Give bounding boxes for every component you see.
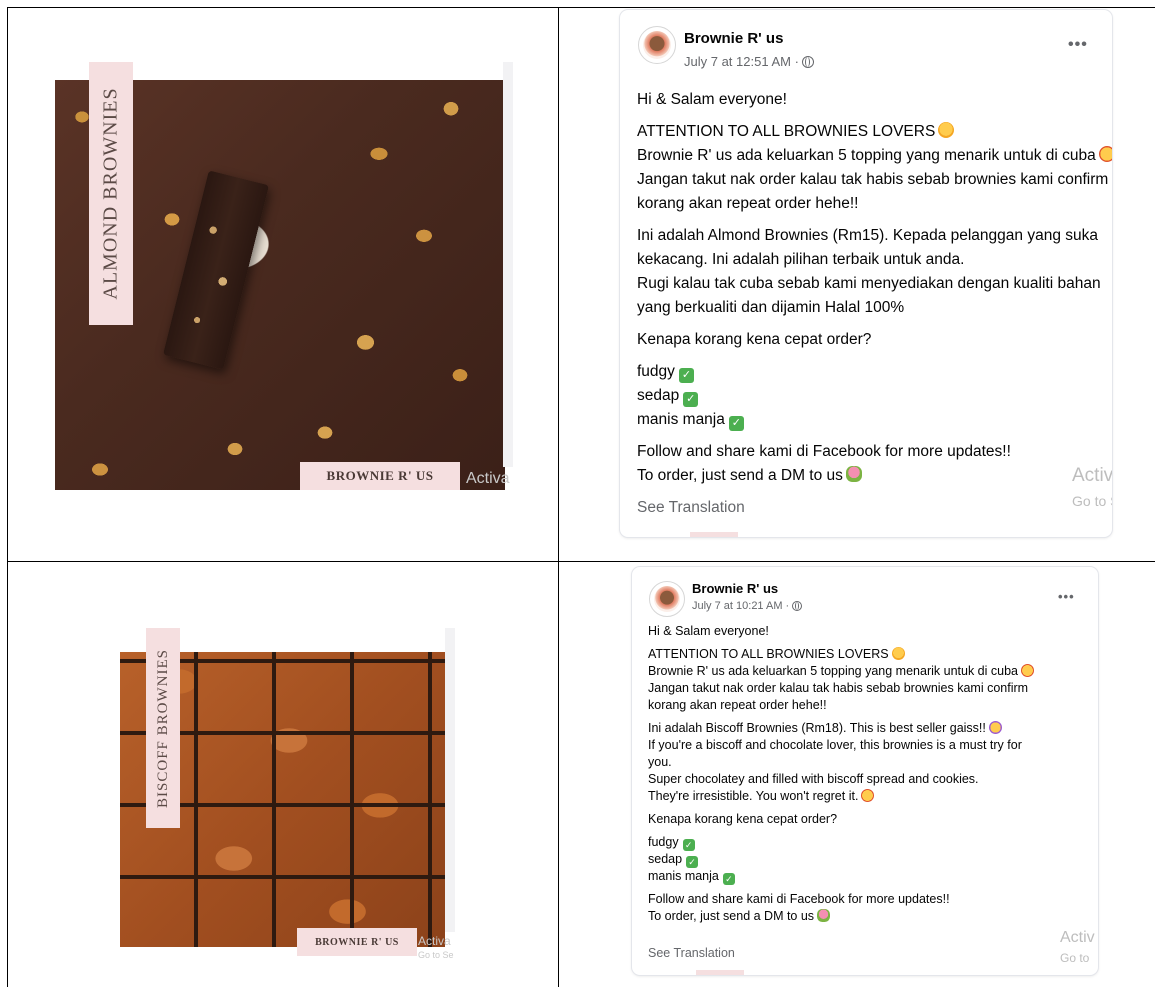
page-avatar[interactable] — [638, 26, 676, 64]
post-meta: July 7 at 10:21 AM · — [692, 600, 803, 612]
post-line: Super chocolatey and filled with biscoff… — [648, 772, 979, 786]
pink-strip — [690, 532, 738, 537]
biscoff-watermark-sub: Go to Se — [418, 950, 454, 960]
post-line: manis manja — [637, 411, 725, 428]
activate-watermark: Activ — [1072, 465, 1112, 486]
pink-strip — [696, 970, 744, 975]
post-line: Kenapa korang kena cepat order? — [648, 812, 838, 826]
post-line: sedap — [637, 387, 680, 404]
heart-eyes-emoji-icon — [1020, 664, 1034, 677]
bouquet-emoji-icon — [845, 466, 862, 482]
biscoff-title-text: BISCOFF BROWNIES — [154, 648, 171, 808]
post-meta: July 7 at 12:51 AM · — [684, 54, 814, 69]
globe-icon — [801, 55, 814, 68]
post-line: sedap — [648, 852, 683, 866]
facebook-post-biscoff: Brownie R' us July 7 at 10:21 AM · ••• H… — [632, 567, 1098, 975]
smiling-hearts-emoji-icon — [891, 647, 905, 660]
post-line: Brownie R' us ada keluarkan 5 topping ya… — [648, 664, 1018, 678]
almond-title-text: ALMOND BROWNIES — [99, 87, 122, 300]
post-line: Brownie R' us ada keluarkan 5 topping ya… — [637, 147, 1096, 164]
biscoff-watermark: Activa — [418, 934, 451, 948]
post-line: They're irresistible. You won't regret i… — [648, 789, 859, 803]
more-options-icon[interactable]: ••• — [1058, 589, 1075, 604]
post-line: Rugi kalau tak cuba sebab kami menyediak… — [637, 275, 1101, 292]
heart-eyes-emoji-icon — [861, 789, 875, 802]
table-border-left — [7, 7, 8, 987]
post-line: korang akan repeat order hehe!! — [648, 698, 827, 712]
post-line: ATTENTION TO ALL BROWNIES LOVERS — [648, 647, 889, 661]
heart-eyes-emoji-icon — [1098, 146, 1112, 162]
post-line: Kenapa korang kena cepat order? — [637, 331, 872, 348]
photo-edge-strip — [503, 62, 513, 467]
facebook-post-almond: Brownie R' us July 7 at 12:51 AM · ••• H… — [620, 10, 1112, 537]
post-line: manis manja — [648, 869, 719, 883]
post-line: To order, just send a DM to us — [648, 909, 815, 923]
check-mark-icon: ✓ — [682, 839, 695, 851]
heart-eyes-emoji-icon — [988, 721, 1002, 734]
page-avatar[interactable] — [649, 581, 685, 617]
almond-watermark: Activa — [466, 470, 510, 487]
post-line: Jangan takut nak order kalau tak habis s… — [648, 681, 1029, 695]
activate-watermark: Activ — [1060, 929, 1095, 946]
post-line: ATTENTION TO ALL BROWNIES LOVERS — [637, 123, 936, 140]
post-line: Ini adalah Biscoff Brownies (Rm18). This… — [648, 721, 986, 735]
post-line: Jangan takut nak order kalau tak habis s… — [637, 171, 1109, 188]
post-line: Follow and share kami di Facebook for mo… — [648, 892, 950, 906]
post-line: Ini adalah Almond Brownies (Rm15). Kepad… — [637, 227, 1098, 244]
check-mark-icon: ✓ — [683, 392, 699, 407]
post-body: Hi & Salam everyone! ATTENTION TO ALL BR… — [648, 623, 1034, 925]
post-line: Follow and share kami di Facebook for mo… — [637, 443, 1011, 460]
brownie-slice — [162, 170, 270, 370]
post-line: Hi & Salam everyone! — [637, 91, 787, 108]
check-mark-icon: ✓ — [678, 368, 694, 383]
post-author[interactable]: Brownie R' us — [684, 30, 783, 47]
almond-brand-tag: BROWNIE R' US — [300, 462, 460, 490]
brownie-logo-icon — [643, 31, 671, 59]
post-body: Hi & Salam everyone! ATTENTION TO ALL BR… — [637, 88, 1112, 488]
post-line: To order, just send a DM to us — [637, 467, 843, 484]
activate-watermark-sub: Go to — [1060, 951, 1090, 965]
post-line: Hi & Salam everyone! — [648, 624, 769, 638]
check-mark-icon: ✓ — [728, 416, 744, 431]
table-border-middle — [7, 561, 1155, 562]
photo-edge-strip — [445, 628, 455, 932]
post-line: yang berkualiti dan dijamin Halal 100% — [637, 299, 905, 316]
activate-watermark-sub: Go to S — [1072, 493, 1112, 509]
post-line: fudgy — [648, 835, 679, 849]
post-line: korang akan repeat order hehe!! — [637, 195, 859, 212]
check-mark-icon: ✓ — [722, 873, 735, 885]
almond-brand-text: BROWNIE R' US — [326, 468, 434, 483]
see-translation-link[interactable]: See Translation — [648, 946, 735, 960]
biscoff-brand-text: BROWNIE R' US — [315, 936, 399, 948]
post-line: you. — [648, 755, 672, 769]
see-translation-link[interactable]: See Translation — [637, 499, 745, 517]
check-mark-icon: ✓ — [686, 856, 699, 868]
almond-title-banner: ALMOND BROWNIES — [89, 62, 133, 325]
post-line: kekacang. Ini adalah pilihan terbaik unt… — [637, 251, 965, 268]
table-border-center — [558, 7, 559, 987]
more-options-icon[interactable]: ••• — [1068, 36, 1088, 54]
post-line: fudgy — [637, 363, 675, 380]
bouquet-emoji-icon — [817, 909, 831, 922]
post-timestamp[interactable]: July 7 at 10:21 AM · — [692, 600, 789, 612]
biscoff-brand-tag: BROWNIE R' US — [297, 928, 417, 956]
table-border-top — [7, 7, 1155, 8]
smiling-hearts-emoji-icon — [938, 122, 955, 138]
brownie-logo-icon — [654, 586, 680, 612]
post-author[interactable]: Brownie R' us — [692, 581, 778, 596]
post-line: If you're a biscoff and chocolate lover,… — [648, 738, 1022, 752]
post-timestamp[interactable]: July 7 at 12:51 AM · — [684, 54, 799, 69]
globe-icon — [792, 601, 803, 611]
biscoff-title-banner: BISCOFF BROWNIES — [146, 628, 180, 828]
